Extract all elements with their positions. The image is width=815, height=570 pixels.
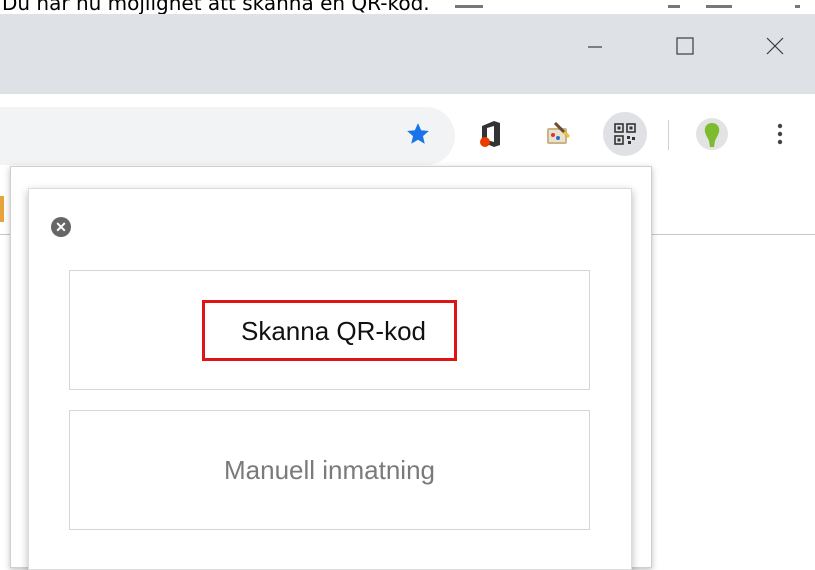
page-divider <box>0 234 10 235</box>
scan-artifact <box>706 5 732 8</box>
qr-scanner-extension-button[interactable] <box>603 112 647 156</box>
office-extension-button[interactable] <box>471 114 511 154</box>
bookmark-star-button[interactable] <box>398 114 438 154</box>
star-icon <box>407 123 429 144</box>
toolbar-separator <box>668 120 669 150</box>
browser-menu-button[interactable] <box>760 114 800 154</box>
minimize-button[interactable] <box>572 32 618 60</box>
close-window-button[interactable] <box>752 32 798 60</box>
scan-qr-button[interactable]: Skanna QR-kod <box>69 270 590 390</box>
profile-button[interactable] <box>692 114 732 154</box>
scan-artifact <box>455 5 483 8</box>
page-accent-mark <box>0 196 4 222</box>
menu-kebab-icon <box>777 123 783 145</box>
scan-artifact <box>795 5 800 8</box>
scan-qr-label: Skanna QR-kod <box>202 299 457 361</box>
manual-entry-label: Manuell inmatning <box>223 454 435 485</box>
address-bar[interactable] <box>0 107 455 165</box>
maximize-icon <box>676 37 694 55</box>
paint-extension-icon <box>547 121 571 144</box>
close-circle-icon: ✕ <box>55 219 67 235</box>
minimize-icon <box>588 46 602 48</box>
popup-close-button[interactable]: ✕ <box>51 217 71 237</box>
paint-extension-button[interactable] <box>538 114 578 154</box>
browser-titlebar <box>0 14 815 94</box>
close-icon <box>766 37 784 55</box>
manual-entry-button[interactable]: Manuell inmatning <box>69 410 590 530</box>
scan-artifact <box>668 5 680 8</box>
maximize-button[interactable] <box>662 32 708 60</box>
office-icon <box>480 121 500 147</box>
profile-avatar-icon <box>696 118 728 150</box>
qr-scanner-extension-icon <box>614 123 636 145</box>
document-caption: Du har nu möjlighet att skanna en QR-kod… <box>2 0 430 15</box>
page-divider <box>650 234 815 235</box>
